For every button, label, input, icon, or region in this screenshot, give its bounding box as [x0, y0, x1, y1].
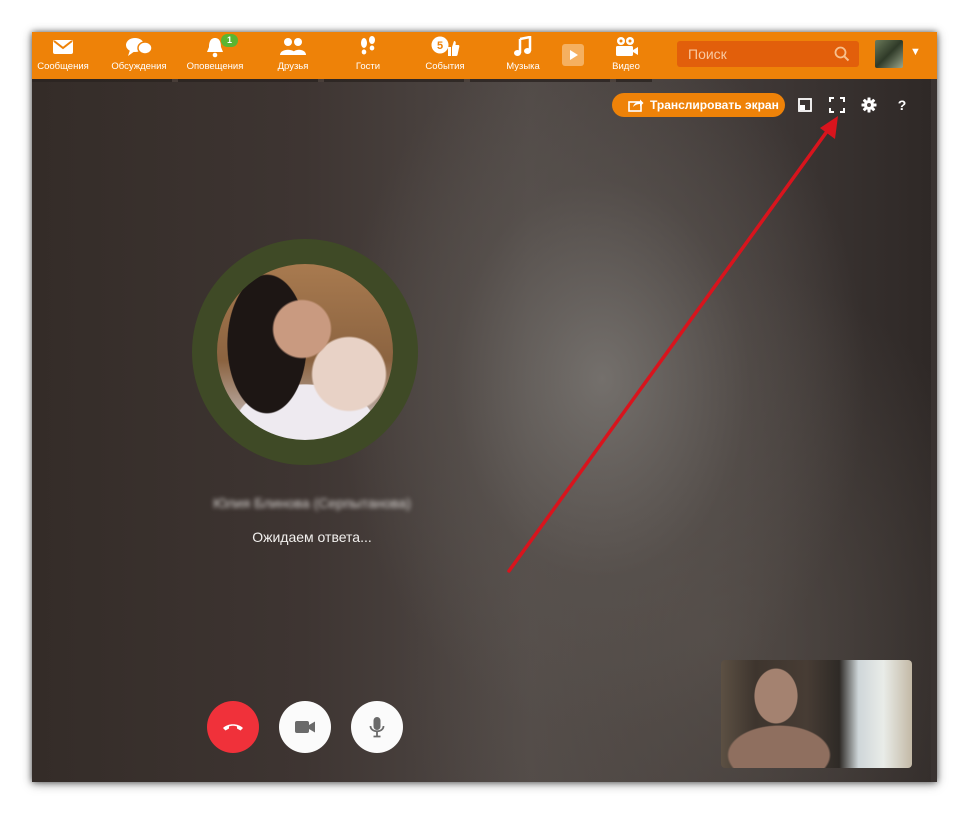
nav-discussions[interactable]: Обсуждения	[103, 36, 175, 72]
blurred-background-strip	[32, 79, 652, 82]
help-button[interactable]: ?	[894, 97, 910, 113]
settings-button[interactable]	[861, 97, 877, 113]
share-screen-label: Транслировать экран	[650, 98, 779, 112]
video-play-tile-icon	[570, 50, 578, 60]
nav-discussions-label: Обсуждения	[111, 61, 167, 72]
film-camera-icon	[616, 37, 638, 56]
nav-notifications[interactable]: 1 Оповещения	[179, 34, 251, 72]
nav-messages-label: Сообщения	[37, 61, 89, 72]
envelope-icon	[53, 40, 73, 54]
search-icon[interactable]	[834, 46, 850, 62]
camera-toggle-button[interactable]	[279, 701, 331, 753]
share-screen-button[interactable]: Транслировать экран	[612, 93, 785, 117]
contact-name: Юлия Блинова (Серпытанова)	[213, 495, 411, 511]
nav-notifications-label: Оповещения	[186, 61, 244, 72]
music-note-icon	[514, 36, 532, 56]
nav-friends-label: Друзья	[277, 61, 309, 72]
picture-in-picture-icon	[798, 98, 812, 112]
app-window: Сообщения Обсуждения 1 Оповещения Друзья…	[32, 32, 937, 782]
scrollbar-track[interactable]	[931, 79, 937, 782]
search-box	[677, 41, 859, 67]
nav-video-label: Видео	[612, 61, 640, 72]
nav-events[interactable]: 5 События	[409, 36, 481, 72]
nav-messages[interactable]: Сообщения	[32, 36, 99, 72]
fullscreen-button[interactable]	[829, 97, 845, 113]
notifications-badge: 1	[221, 34, 239, 47]
nav-guests[interactable]: Гости	[332, 36, 404, 72]
search-input[interactable]	[677, 41, 838, 67]
share-screen-icon	[628, 99, 644, 112]
microphone-icon	[369, 717, 385, 738]
chat-bubbles-icon	[126, 38, 153, 56]
user-avatar[interactable]	[875, 40, 903, 68]
fullscreen-icon	[829, 97, 845, 113]
nav-video[interactable]: Видео	[590, 36, 662, 72]
phone-hangup-icon	[223, 724, 243, 731]
friends-icon	[280, 38, 306, 55]
contact-avatar-ring	[192, 239, 418, 465]
like-events-icon: 5	[431, 36, 460, 56]
hang-up-button[interactable]	[207, 701, 259, 753]
nav-music[interactable]: Музыка	[487, 36, 559, 72]
nav-music-label: Музыка	[506, 61, 540, 72]
top-navigation-bar: Сообщения Обсуждения 1 Оповещения Друзья…	[32, 32, 937, 79]
video-camera-icon	[295, 721, 315, 733]
minimize-window-button[interactable]	[797, 97, 813, 113]
contact-avatar-photo	[217, 264, 393, 440]
gear-icon	[861, 97, 877, 113]
self-camera-preview	[721, 660, 912, 768]
events-count: 5	[437, 40, 443, 52]
footprints-icon	[361, 36, 375, 55]
microphone-toggle-button[interactable]	[351, 701, 403, 753]
call-status: Ожидаем ответа...	[252, 529, 372, 545]
video-call-stage: Транслировать экран ? Юлия Блинова (Серп…	[32, 79, 937, 782]
profile-dropdown-caret-icon[interactable]: ▼	[910, 46, 921, 58]
video-play-tile[interactable]	[562, 44, 584, 66]
nav-guests-label: Гости	[355, 61, 381, 72]
nav-friends[interactable]: Друзья	[257, 36, 329, 72]
nav-events-label: События	[425, 61, 465, 72]
